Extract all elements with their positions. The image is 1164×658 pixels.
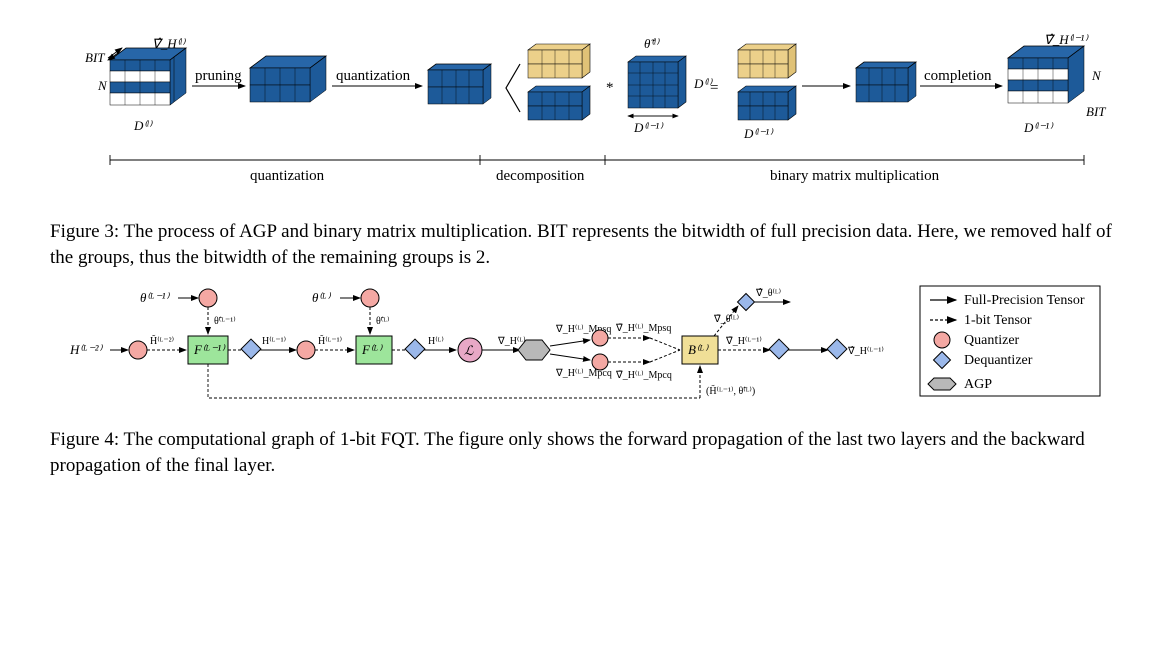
grad-hlm1-hat: ∇̂_H⁽ᴸ⁻¹⁾ xyxy=(847,346,884,357)
legend-dequant: Dequantizer xyxy=(964,353,1033,368)
quantizer-icon xyxy=(592,330,608,346)
sec-bmm: binary matrix multiplication xyxy=(770,168,940,184)
figure-3-svg: BIT N D⁽ˡ⁾ ∇̂_H⁽ˡ⁾ pruning quantization … xyxy=(50,30,1114,210)
legend-agp: AGP xyxy=(964,377,992,392)
agp-icon xyxy=(928,378,956,390)
quantizer-icon xyxy=(129,341,147,359)
quantizer-icon xyxy=(934,332,950,348)
h-tilde-lm2: H̃⁽ᴸ⁻²⁾ xyxy=(150,334,174,347)
figure-4-caption: Figure 4: The computational graph of 1-b… xyxy=(50,427,1114,478)
legend-fp: Full-Precision Tensor xyxy=(964,293,1085,308)
f-lm1-label: F⁽ᴸ⁻¹⁾ xyxy=(193,342,226,357)
grad-pcq2: ∇̄_H⁽ᴸ⁾_Mpcq xyxy=(615,370,672,381)
loss-label: ℒ xyxy=(464,343,474,358)
grad-psq2: ∇̄_H⁽ᴸ⁾_Mpsq xyxy=(615,323,671,334)
cube-output xyxy=(1008,46,1084,103)
figure-3: BIT N D⁽ˡ⁾ ∇̂_H⁽ˡ⁾ pruning quantization … xyxy=(50,30,1114,260)
label-pruning: pruning xyxy=(195,68,242,84)
theta-l: θ⁽ᴸ⁾ xyxy=(312,290,332,305)
label-n-left: N xyxy=(97,78,108,93)
slice-top xyxy=(528,44,590,78)
theta-tilde-l: θ̃⁽ᴸ⁾ xyxy=(376,316,389,327)
label-theta-tilde: θ̃⁽ˡ⁾ xyxy=(644,36,660,51)
b-l-label: B⁽ᴸ⁾ xyxy=(688,342,709,357)
theta-tilde-lm1: θ̃⁽ᴸ⁻¹⁾ xyxy=(214,316,236,327)
cube-quantized xyxy=(428,64,491,104)
sec-quant: quantization xyxy=(250,168,325,184)
label-bit-left: BIT xyxy=(85,50,105,65)
label-dprev1: D⁽ˡ⁻¹⁾ xyxy=(633,120,664,135)
label-d-left: D⁽ˡ⁾ xyxy=(133,118,153,133)
quantizer-icon xyxy=(297,341,315,359)
f-l-label: F⁽ᴸ⁾ xyxy=(361,342,383,357)
dequantizer-icon xyxy=(769,339,789,359)
grad-theta-l: ∇̂_θ⁽ᴸ⁾ xyxy=(755,288,781,299)
cube-recombined xyxy=(856,62,916,102)
cube-pruned xyxy=(250,56,326,102)
label-dprev2: D⁽ˡ⁻¹⁾ xyxy=(743,126,774,141)
result-top xyxy=(738,44,796,78)
label-gradH-l: ∇̂_H⁽ˡ⁾ xyxy=(152,36,187,51)
grad-hlm1-bar: ∇̄_H⁽ᴸ⁻¹⁾ xyxy=(725,336,762,347)
label-quant-a: quantization xyxy=(336,68,411,84)
h-lm1: H⁽ᴸ⁻¹⁾ xyxy=(262,336,286,347)
result-bottom xyxy=(738,86,796,120)
legend-1bit: 1-bit Tensor xyxy=(964,313,1032,328)
slice-bottom xyxy=(528,86,590,120)
equals: = xyxy=(710,80,718,96)
label-completion: completion xyxy=(924,68,992,84)
figure-3-caption: Figure 3: The process of AGP and binary … xyxy=(50,219,1114,270)
quantizer-icon xyxy=(199,289,217,307)
cube-input xyxy=(108,48,186,105)
grad-theta-l-bar: ∇̄_θ⁽ᴸ⁾ xyxy=(713,314,739,325)
theta-lm1: θ⁽ᴸ⁻¹⁾ xyxy=(140,290,171,305)
dequantizer-icon xyxy=(738,294,755,311)
inputs-b: (H̃⁽ᴸ⁻¹⁾, θ̃⁽ᴸ⁾) xyxy=(706,384,755,397)
h-tilde-lm1: H̃⁽ᴸ⁻¹⁾ xyxy=(318,334,342,347)
dequantizer-icon xyxy=(241,339,261,359)
sec-decomp: decomposition xyxy=(496,168,585,184)
label-bit-right: BIT xyxy=(1086,104,1106,119)
multiply-star: * xyxy=(606,80,614,96)
theta-matrix xyxy=(628,56,686,108)
h-l: H⁽ᴸ⁾ xyxy=(428,336,444,347)
dequantizer-icon xyxy=(405,339,425,359)
legend-quant: Quantizer xyxy=(964,333,1020,348)
h-lm2: H⁽ᴸ⁻²⁾ xyxy=(69,342,104,357)
dequantizer-icon xyxy=(934,352,951,369)
dequantizer-icon xyxy=(827,339,847,359)
quantizer-icon xyxy=(592,354,608,370)
label-dprev3: D⁽ˡ⁻¹⁾ xyxy=(1023,120,1054,135)
quantizer-icon xyxy=(361,289,379,307)
figure-4: θ⁽ᴸ⁻¹⁾ θ̃⁽ᴸ⁻¹⁾ H⁽ᴸ⁻²⁾ H̃⁽ᴸ⁻²⁾ F⁽ᴸ⁻¹⁾ H⁽ᴸ… xyxy=(50,278,1114,478)
label-n-right: N xyxy=(1091,68,1102,83)
label-gradH-l-1: ∇̂_H⁽ˡ⁻¹⁾ xyxy=(1044,32,1089,47)
figure-4-svg: θ⁽ᴸ⁻¹⁾ θ̃⁽ᴸ⁻¹⁾ H⁽ᴸ⁻²⁾ H̃⁽ᴸ⁻²⁾ F⁽ᴸ⁻¹⁾ H⁽ᴸ… xyxy=(50,278,1114,418)
